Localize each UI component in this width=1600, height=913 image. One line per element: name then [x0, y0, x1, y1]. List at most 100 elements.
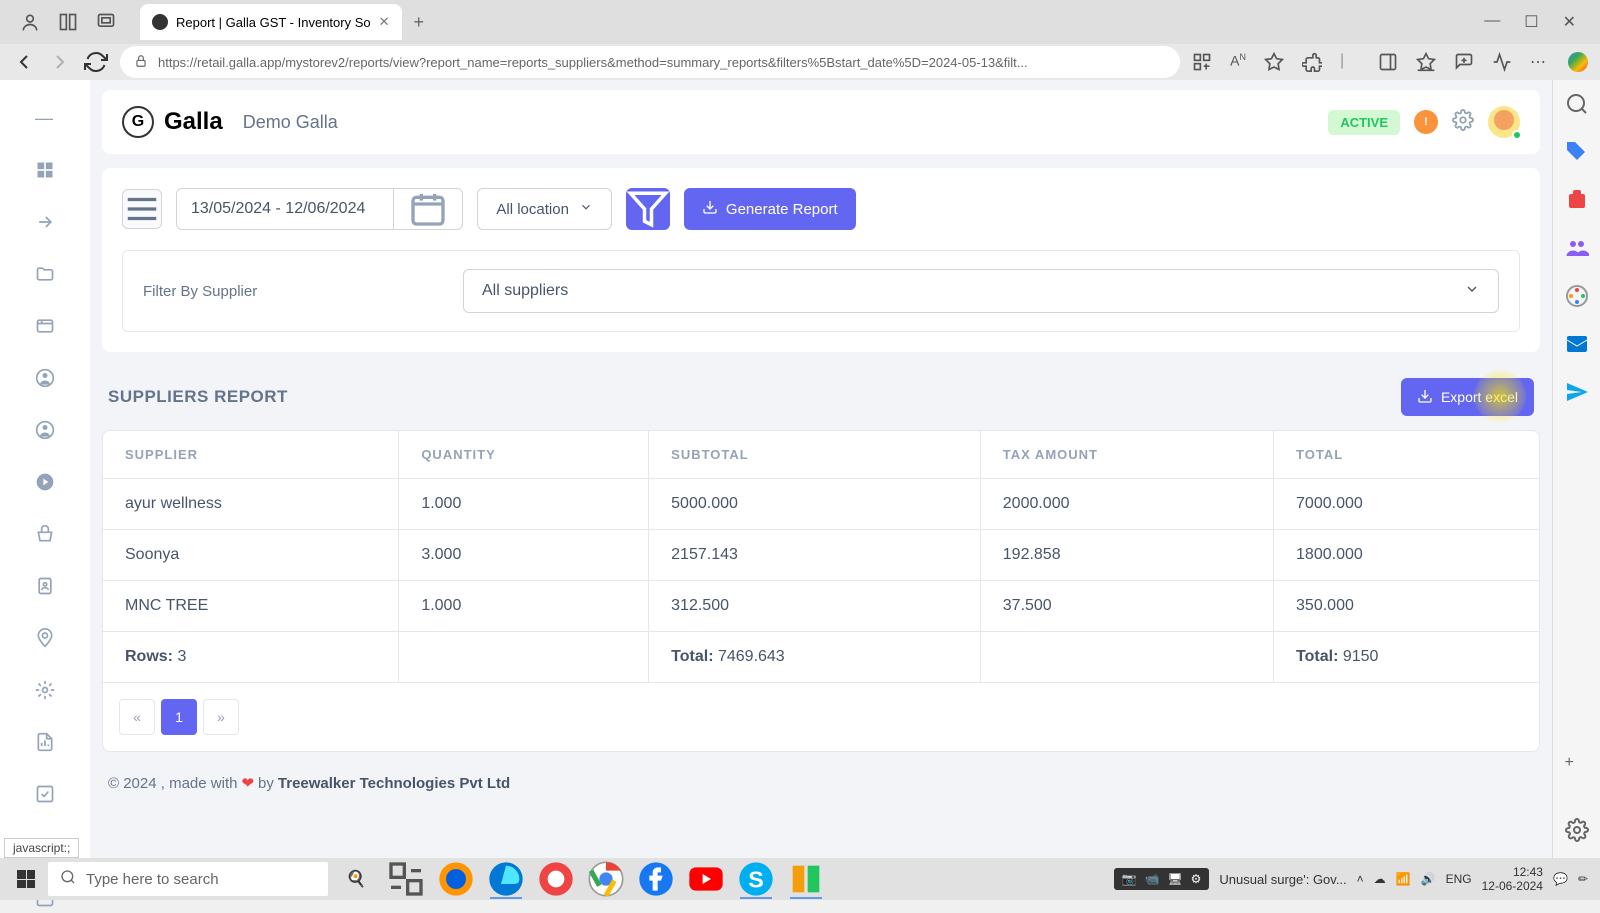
- maximize-icon[interactable]: ☐: [1524, 12, 1538, 32]
- page-prev[interactable]: «: [119, 699, 155, 735]
- header-card: G Galla Demo Galla ACTIVE !: [102, 90, 1540, 154]
- taskbar-search[interactable]: Type here to search: [48, 862, 328, 896]
- logo-icon: G: [122, 106, 154, 138]
- date-range-input[interactable]: 13/05/2024 - 12/06/2024: [176, 188, 463, 230]
- text-size-icon[interactable]: AN: [1230, 52, 1246, 72]
- col-subtotal: SUBTOTAL: [649, 431, 981, 479]
- chevron-down-icon: [579, 200, 593, 218]
- basket-icon[interactable]: [35, 524, 55, 544]
- send-icon[interactable]: [1565, 380, 1589, 404]
- cell-supplier: Soonya: [103, 530, 399, 581]
- supplier-select[interactable]: All suppliers: [463, 269, 1499, 313]
- news-text[interactable]: Unusual surge': Gov...: [1219, 872, 1346, 887]
- tab-close-icon[interactable]: ✕: [379, 14, 390, 30]
- facebook-icon[interactable]: [636, 859, 676, 899]
- wifi-icon[interactable]: 📶: [1396, 872, 1411, 886]
- table-row: Soonya 3.000 2157.143 192.858 1800.000: [103, 530, 1539, 581]
- gear-icon[interactable]: [1452, 109, 1474, 136]
- profile-icon[interactable]: [20, 12, 40, 32]
- location-icon[interactable]: [35, 628, 55, 648]
- search-placeholder: Type here to search: [86, 871, 219, 888]
- summary-rows: Rows: 3: [103, 632, 399, 683]
- cloud-icon[interactable]: ☁: [1374, 872, 1386, 886]
- contacts-icon[interactable]: [35, 576, 55, 596]
- menu-button[interactable]: [122, 189, 162, 229]
- edge-icon[interactable]: [486, 859, 526, 899]
- summary-row: Rows: 3 Total: 7469.643 Total: 9150: [103, 632, 1539, 683]
- notification-icon[interactable]: 💬: [1553, 872, 1568, 886]
- refresh-icon[interactable]: [84, 50, 108, 74]
- by-text: by: [258, 775, 274, 792]
- pen-icon[interactable]: ✏: [1578, 872, 1588, 886]
- datetime[interactable]: 12:43 12-06-2024: [1482, 865, 1543, 894]
- reports-icon[interactable]: [35, 732, 55, 752]
- tray-chevron-icon[interactable]: ˄: [1357, 872, 1364, 886]
- page-current[interactable]: 1: [161, 699, 197, 735]
- more-icon[interactable]: ⋯: [1530, 52, 1550, 72]
- page-next[interactable]: »: [203, 699, 239, 735]
- start-button[interactable]: [4, 858, 48, 900]
- sidebar-icon[interactable]: [1378, 52, 1398, 72]
- office-icon[interactable]: [1565, 284, 1589, 308]
- summary-subtotal: Total: 7469.643: [649, 632, 981, 683]
- tab-overview-icon[interactable]: [96, 12, 116, 32]
- tools-icon[interactable]: [1565, 188, 1589, 212]
- favorite-icon[interactable]: [1264, 52, 1284, 72]
- settings-sidebar-icon[interactable]: [1565, 818, 1589, 842]
- notification-badge[interactable]: !: [1414, 110, 1438, 134]
- back-icon[interactable]: [12, 50, 36, 74]
- app-container: — G Galla Demo Galla ACTIVE !: [0, 80, 1552, 858]
- new-tab-button[interactable]: +: [414, 12, 425, 33]
- app-icon[interactable]: [786, 859, 826, 899]
- location-select[interactable]: All location: [477, 188, 612, 230]
- lang-indicator[interactable]: ENG: [1446, 872, 1472, 886]
- calendar-picker-icon[interactable]: [393, 189, 448, 229]
- split-icon[interactable]: |: [1340, 52, 1360, 72]
- workspace-icon[interactable]: [58, 12, 78, 32]
- add-sidebar-icon[interactable]: +: [1565, 754, 1589, 778]
- extension-icon[interactable]: [1302, 52, 1322, 72]
- url-input[interactable]: https://retail.galla.app/mystorev2/repor…: [120, 46, 1180, 78]
- folder-icon[interactable]: [35, 264, 55, 284]
- browser-tab[interactable]: Report | Galla GST - Inventory So ✕: [140, 4, 402, 40]
- close-window-icon[interactable]: ✕: [1563, 12, 1576, 32]
- performance-icon[interactable]: [1492, 52, 1512, 72]
- shopping-tag-icon[interactable]: [1565, 140, 1589, 164]
- collections-icon[interactable]: [1454, 52, 1474, 72]
- favorites-bar-icon[interactable]: [1416, 52, 1436, 72]
- copilot-icon[interactable]: [1568, 52, 1588, 72]
- media-icon[interactable]: [35, 316, 55, 336]
- volume-icon[interactable]: 🔊: [1421, 872, 1436, 886]
- cell-subtotal: 5000.000: [649, 479, 981, 530]
- user-icon[interactable]: [35, 368, 55, 388]
- people-icon[interactable]: [1565, 236, 1589, 260]
- cooking-app-icon[interactable]: 🍳: [336, 859, 376, 899]
- avatar[interactable]: [1488, 106, 1520, 138]
- tray-dark[interactable]: 📷 📹 🖥 ⚙: [1114, 868, 1210, 890]
- firefox-icon[interactable]: [436, 859, 476, 899]
- company-link[interactable]: Treewalker Technologies Pvt Ltd: [278, 775, 510, 792]
- task-view-icon[interactable]: [386, 859, 426, 899]
- user2-icon[interactable]: [35, 420, 55, 440]
- collapse-icon[interactable]: —: [35, 108, 55, 128]
- outlook-icon[interactable]: [1565, 332, 1589, 356]
- record-icon[interactable]: [536, 859, 576, 899]
- play-icon[interactable]: [35, 472, 55, 492]
- minimize-icon[interactable]: —: [1484, 12, 1500, 32]
- dashboard-icon[interactable]: [35, 160, 55, 180]
- search-sidebar-icon[interactable]: [1565, 92, 1589, 116]
- export-excel-button[interactable]: Export excel: [1401, 378, 1534, 416]
- arrow-icon[interactable]: [35, 212, 55, 232]
- generate-report-button[interactable]: Generate Report: [684, 188, 856, 230]
- cell-subtotal: 2157.143: [649, 530, 981, 581]
- table-header-row: SUPPLIER QUANTITY SUBTOTAL TAX AMOUNT TO…: [103, 431, 1539, 479]
- check-icon[interactable]: [35, 784, 55, 804]
- filter-button[interactable]: [626, 188, 670, 230]
- app-icon[interactable]: [1192, 52, 1212, 72]
- summary-total: Total: 9150: [1274, 632, 1539, 683]
- skype-icon[interactable]: S: [736, 859, 776, 899]
- youtube-icon[interactable]: [686, 859, 726, 899]
- filter-supplier-label: Filter By Supplier: [143, 283, 463, 300]
- settings-icon[interactable]: [35, 680, 55, 700]
- chrome-icon[interactable]: [586, 859, 626, 899]
